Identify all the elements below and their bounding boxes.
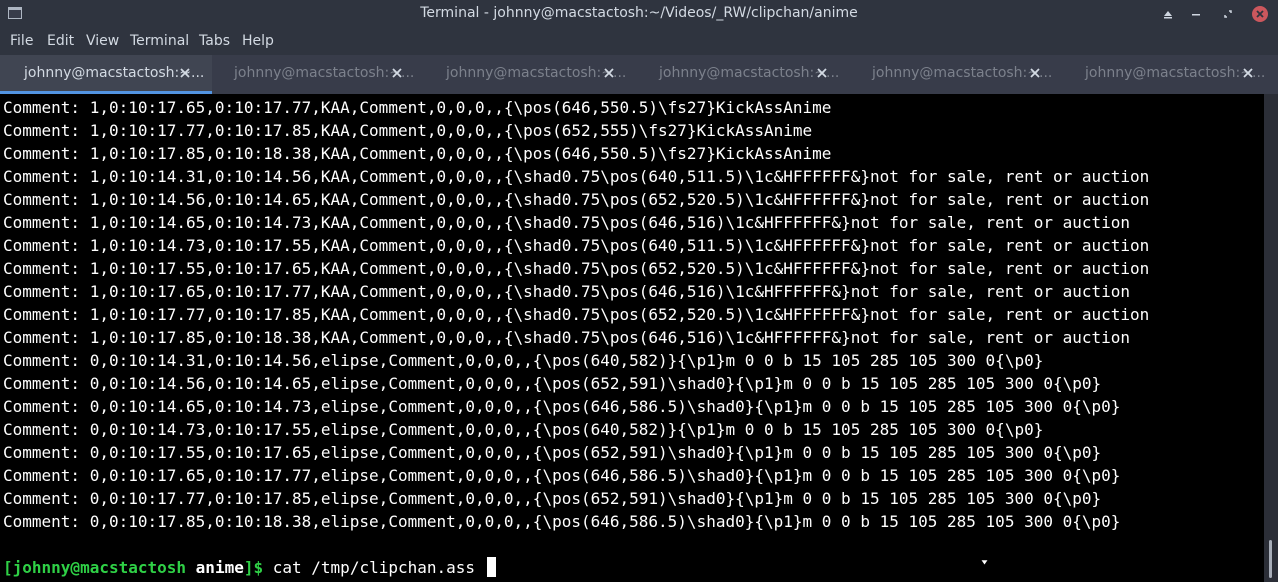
tab-close-icon[interactable] xyxy=(604,68,614,78)
close-icon xyxy=(1256,10,1264,18)
prompt-directory: anime xyxy=(195,558,244,577)
tab-label: johnny@macstactosh:~... xyxy=(234,65,415,81)
output-line: Comment: 1,0:10:14.73,0:10:17.55,KAA,Com… xyxy=(3,236,1150,255)
text-cursor xyxy=(486,557,496,577)
tab-1[interactable]: johnny@macstactosh:~... xyxy=(0,55,212,94)
output-line: Comment: 1,0:10:14.65,0:10:14.73,KAA,Com… xyxy=(3,213,1131,232)
terminal-window: Terminal - johnny@macstactosh:~/Videos/_… xyxy=(0,0,1278,582)
tab-6[interactable]: johnny@macstactosh:~... xyxy=(1063,55,1275,94)
output-line: Comment: 1,0:10:17.55,0:10:17.65,KAA,Com… xyxy=(3,259,1150,278)
output-line: Comment: 1,0:10:14.31,0:10:14.56,KAA,Com… xyxy=(3,167,1150,186)
prompt-user-host: [johnny@macstactosh xyxy=(3,558,187,577)
menu-tabs[interactable]: Tabs xyxy=(199,33,230,49)
prompt-suffix: ]$ xyxy=(243,558,264,577)
terminal-scrollbar[interactable] xyxy=(1264,94,1278,582)
tab-3[interactable]: johnny@macstactosh:~... xyxy=(424,55,636,94)
output-line: Comment: 1,0:10:14.56,0:10:14.65,KAA,Com… xyxy=(3,190,1150,209)
command-input[interactable]: cat /tmp/clipchan.ass xyxy=(273,558,475,577)
window-title: Terminal - johnny@macstactosh:~/Videos/_… xyxy=(420,5,858,21)
tab-close-icon[interactable] xyxy=(1243,68,1253,78)
close-window-button[interactable] xyxy=(1252,6,1268,22)
output-line: Comment: 1,0:10:17.65,0:10:17.77,KAA,Com… xyxy=(3,282,1131,301)
output-line: Comment: 0,0:10:14.73,0:10:17.55,elipse,… xyxy=(3,420,1044,439)
tab-5[interactable]: johnny@macstactosh:~... xyxy=(850,55,1062,94)
title-bar[interactable]: Terminal - johnny@macstactosh:~/Videos/_… xyxy=(0,0,1278,28)
terminal-output[interactable]: Comment: 1,0:10:17.65,0:10:17.77,KAA,Com… xyxy=(0,94,1264,582)
output-line: Comment: 0,0:10:14.65,0:10:14.73,elipse,… xyxy=(3,397,1121,416)
mouse-pointer-icon xyxy=(981,560,988,566)
output-line: Comment: 0,0:10:14.56,0:10:14.65,elipse,… xyxy=(3,374,1102,393)
minimize-icon[interactable] xyxy=(1186,4,1206,24)
tab-close-icon[interactable] xyxy=(392,68,402,78)
tab-label: johnny@macstactosh:~... xyxy=(24,65,205,81)
restore-icon[interactable] xyxy=(1218,4,1238,24)
tab-close-icon[interactable] xyxy=(180,68,190,78)
menu-terminal[interactable]: Terminal xyxy=(130,33,189,49)
output-line: Comment: 1,0:10:17.77,0:10:17.85,KAA,Com… xyxy=(3,305,1150,324)
output-line: Comment: 1,0:10:17.85,0:10:18.38,KAA,Com… xyxy=(3,144,832,163)
tab-close-icon[interactable] xyxy=(1030,68,1040,78)
tab-label: johnny@macstactosh:~... xyxy=(872,65,1053,81)
tab-2[interactable]: johnny@macstactosh:~... xyxy=(212,55,424,94)
menu-view[interactable]: View xyxy=(86,33,119,49)
tab-close-icon[interactable] xyxy=(817,68,827,78)
output-line: Comment: 0,0:10:17.85,0:10:18.38,elipse,… xyxy=(3,512,1121,531)
tab-label: johnny@macstactosh:~... xyxy=(446,65,627,81)
output-line: Comment: 0,0:10:17.55,0:10:17.65,elipse,… xyxy=(3,443,1102,462)
output-line: Comment: 1,0:10:17.77,0:10:17.85,KAA,Com… xyxy=(3,121,813,140)
menu-file[interactable]: File xyxy=(10,33,33,49)
tab-label: johnny@macstactosh:~... xyxy=(659,65,840,81)
menu-help[interactable]: Help xyxy=(242,33,274,49)
output-line: Comment: 0,0:10:17.77,0:10:17.85,elipse,… xyxy=(3,489,1102,508)
tab-bar: johnny@macstactosh:~... johnny@macstacto… xyxy=(0,55,1278,94)
shade-up-icon[interactable] xyxy=(1158,4,1178,24)
tab-4[interactable]: johnny@macstactosh:~... xyxy=(637,55,849,94)
scrollbar-thumb[interactable] xyxy=(1269,540,1272,578)
output-line: Comment: 0,0:10:14.31,0:10:14.56,elipse,… xyxy=(3,351,1044,370)
output-line: Comment: 0,0:10:17.65,0:10:17.77,elipse,… xyxy=(3,466,1121,485)
menu-bar: File Edit View Terminal Tabs Help xyxy=(0,28,1278,55)
output-line: Comment: 1,0:10:17.85,0:10:18.38,KAA,Com… xyxy=(3,328,1131,347)
command-prompt[interactable]: [johnny@macstactosh anime]$ cat /tmp/cli… xyxy=(3,556,496,579)
menu-edit[interactable]: Edit xyxy=(47,33,74,49)
output-line: Comment: 1,0:10:17.65,0:10:17.77,KAA,Com… xyxy=(3,98,832,117)
tab-label: johnny@macstactosh:~... xyxy=(1085,65,1266,81)
